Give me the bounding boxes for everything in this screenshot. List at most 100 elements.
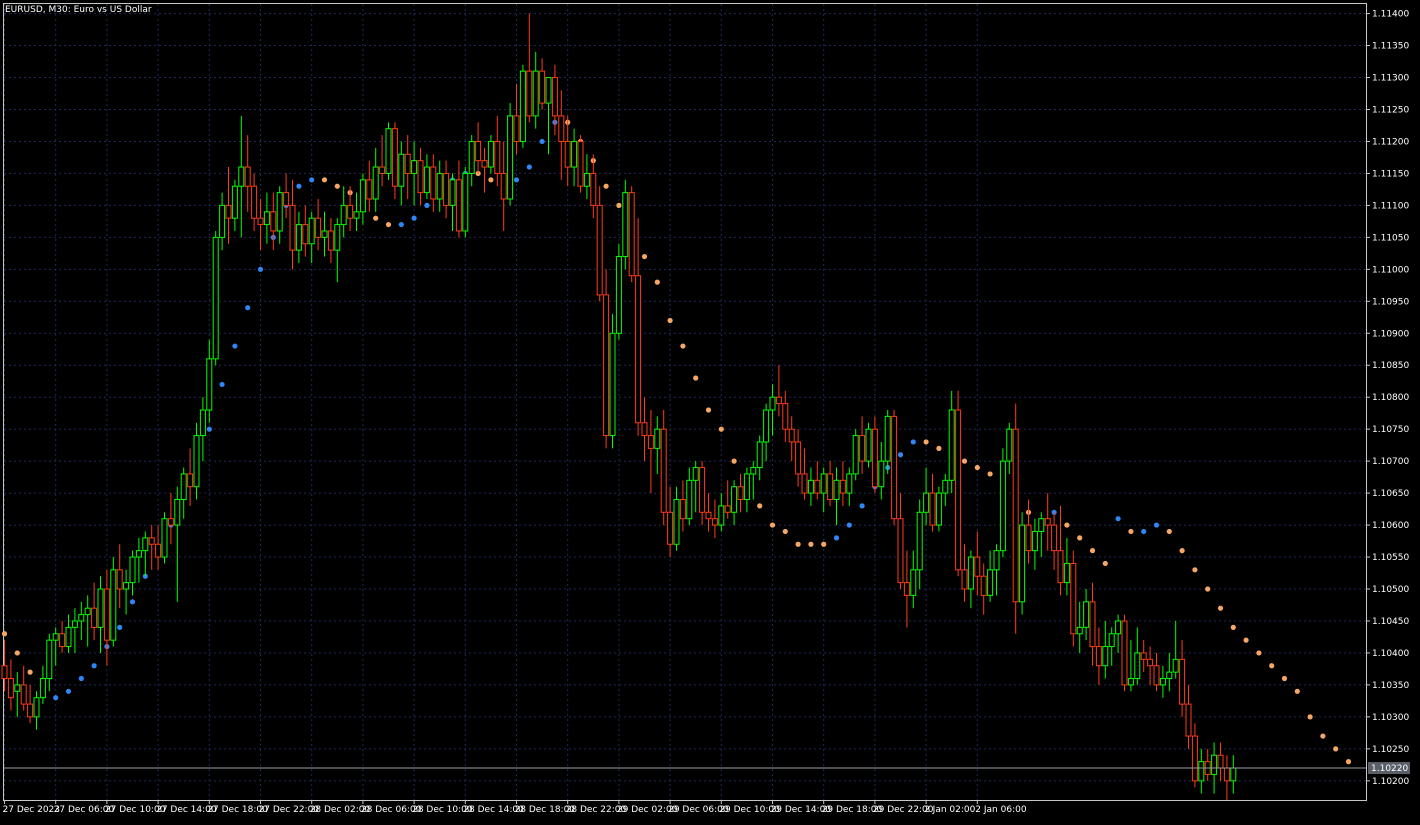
sar-dot (206, 426, 212, 432)
candle-bear (1012, 403, 1019, 634)
sar-dot (78, 675, 84, 682)
candle-body (65, 626, 72, 648)
candle-body (699, 467, 706, 513)
candle-body (167, 518, 174, 526)
candle-body (462, 172, 469, 232)
sar-dot (257, 266, 264, 272)
sar-dot (923, 439, 929, 445)
candle-body (705, 511, 712, 520)
sar-dot (373, 215, 379, 221)
candle-body (1223, 767, 1230, 782)
candle-body (59, 633, 66, 648)
candle-body (923, 492, 930, 513)
candle-bull (462, 167, 469, 238)
candle-body (212, 236, 219, 360)
candle-body (91, 607, 98, 628)
price-chart[interactable]: 1.10220 1.114001.113501.113001.112501.11… (0, 0, 1420, 821)
candle-body (1140, 652, 1147, 660)
sar-dot (1243, 637, 1249, 643)
y-tick-label: 1.11350 (1372, 42, 1409, 52)
candle-body (558, 115, 565, 142)
candle-body (884, 415, 891, 462)
sar-dot (987, 471, 993, 477)
sar-dot (1230, 624, 1236, 630)
candle-body (430, 166, 437, 200)
sar-dot (1192, 567, 1198, 573)
candle-body (308, 217, 315, 245)
sar-dot (526, 164, 532, 170)
sar-dot (1, 631, 8, 637)
y-tick-label: 1.10700 (1372, 457, 1409, 467)
y-tick-label: 1.11050 (1372, 233, 1409, 243)
candle-body (628, 192, 635, 277)
candle-body (743, 473, 750, 501)
y-tick-label: 1.10250 (1372, 745, 1409, 755)
y-tick-label: 1.11100 (1372, 201, 1409, 211)
sar-dot (1179, 548, 1185, 554)
candle-body (52, 633, 59, 641)
candle-bear (628, 186, 635, 283)
candle-body (724, 505, 731, 513)
candle-body (935, 492, 942, 526)
candle-body (660, 428, 667, 513)
sar-dot (1217, 605, 1224, 611)
x-tick-label: 27 Dec 2023 (3, 805, 61, 815)
candle-body (583, 172, 590, 187)
candle-bull (999, 448, 1006, 558)
candle-body (295, 224, 302, 251)
price-axis[interactable]: 1.11400 1.11350 1.11300 1.11250 1.11200 1.111… (1366, 10, 1409, 787)
candle-body (404, 153, 411, 174)
candle-body (327, 230, 334, 251)
y-tick-label: 1.11250 (1372, 105, 1409, 115)
candle-body (635, 275, 642, 424)
candle-body (615, 256, 622, 334)
candle-body (1102, 646, 1109, 667)
sar-dot (731, 458, 737, 464)
candle-body (545, 77, 552, 104)
time-axis[interactable]: 27 Dec 202327 Dec 06:0027 Dec 10:0027 De… (3, 800, 1027, 815)
sar-dot (782, 528, 788, 535)
y-tick-label: 1.10500 (1372, 585, 1409, 595)
candle-body (475, 140, 482, 162)
sar-dot (680, 343, 686, 349)
y-tick-label: 1.10350 (1372, 681, 1409, 691)
sar-dot (769, 522, 776, 528)
y-tick-label: 1.10750 (1372, 425, 1409, 435)
candle-body (526, 70, 533, 117)
candle-body (302, 224, 309, 245)
candle-body (1108, 633, 1115, 648)
candle-body (135, 550, 142, 558)
candle-body (411, 160, 418, 174)
candle-body (1115, 620, 1122, 635)
candle-body (769, 396, 776, 411)
candle-body (852, 435, 859, 475)
candle-body (929, 492, 936, 526)
candle-body (1134, 652, 1141, 680)
x-tick-label: 2 Jan 02:00 (924, 805, 976, 815)
y-tick-label: 1.10900 (1372, 329, 1409, 339)
candle-body (967, 556, 974, 590)
candle-body (449, 179, 456, 206)
y-tick-label: 1.11150 (1372, 169, 1409, 179)
candle-body (897, 518, 904, 584)
candle-body (993, 550, 1000, 571)
candle-body (820, 473, 827, 494)
candle-bear (1121, 614, 1128, 692)
sar-dot (1333, 746, 1339, 752)
candle-body (942, 479, 949, 494)
y-tick-label: 1.10550 (1372, 553, 1409, 563)
chart-window[interactable]: 1.10220 1.11400 1.11350 1.11300 1.11250 1.11… (0, 0, 1420, 821)
y-tick-label: 1.10950 (1372, 297, 1409, 307)
candle-body (1211, 754, 1218, 775)
candle-body (641, 422, 648, 437)
candle-body (1127, 678, 1134, 686)
candle-body (385, 128, 392, 174)
candle-bull (935, 486, 942, 532)
candle-body (1198, 761, 1205, 782)
candle-body (763, 409, 770, 443)
candle-body (1121, 620, 1128, 686)
chart-title: EURUSD, M30: Euro vs US Dollar (5, 5, 152, 15)
y-tick-label: 1.10450 (1372, 617, 1409, 627)
candle-body (366, 179, 373, 200)
y-tick-label: 1.10650 (1372, 489, 1409, 499)
